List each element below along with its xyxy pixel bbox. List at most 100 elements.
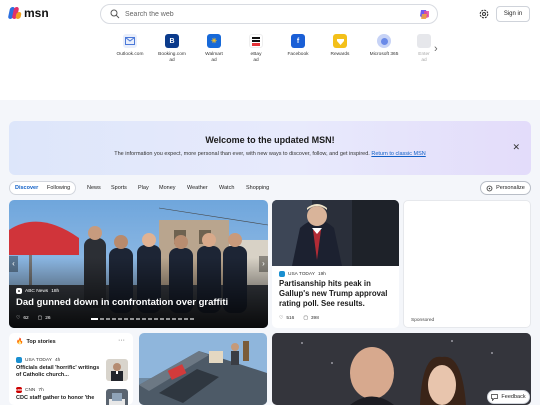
quick-link-label: Walmart ad xyxy=(205,52,223,63)
top-story-source-name: CNN xyxy=(25,387,36,393)
personalize-label: Personalize xyxy=(496,185,525,191)
tab-play[interactable]: Play xyxy=(138,181,149,195)
msn-logo[interactable]: msn xyxy=(7,6,49,20)
quick-link-outlook[interactable]: Outlook.com xyxy=(110,34,150,58)
top-stories-card: 🔥 Top stories ··· USA TODAY 4h Officials… xyxy=(9,333,133,405)
hero-source-name: ABC News xyxy=(25,288,49,294)
carousel-dot[interactable] xyxy=(154,318,158,320)
hero-story-card[interactable]: ‹ › a ABC News 18h Dad gunned down in co… xyxy=(9,200,268,328)
top-story-source: cnn CNN 7h xyxy=(16,387,101,393)
carousel-dot[interactable] xyxy=(106,318,110,320)
top-story-age: 4h xyxy=(54,357,61,363)
carousel-next-icon[interactable]: › xyxy=(259,256,268,272)
logo-text: msn xyxy=(24,6,49,20)
sponsored-label: Sponsored xyxy=(411,318,435,323)
story-image xyxy=(139,333,267,405)
quick-link-label: Rewards xyxy=(330,52,350,57)
carousel-dot[interactable] xyxy=(136,318,140,320)
hero-title[interactable]: Dad gunned down in confrontation over gr… xyxy=(16,297,228,308)
carousel-dot[interactable] xyxy=(91,318,98,320)
top-story-source-name: USA TODAY xyxy=(25,357,52,363)
chevron-right-icon[interactable]: › xyxy=(434,43,438,55)
top-story-title: Officials detail 'horrific' writings of … xyxy=(16,365,100,378)
carousel-dot[interactable] xyxy=(112,318,116,320)
tab-watch[interactable]: Watch xyxy=(219,181,234,195)
feed-nav: Discover Following News Sports Play Mone… xyxy=(9,181,531,195)
like-icon[interactable]: ♡ xyxy=(16,316,20,321)
search-bar[interactable] xyxy=(100,4,438,24)
top-story-thumbnail xyxy=(106,389,128,405)
quick-link-ebay[interactable]: eBay ad xyxy=(236,34,276,64)
carousel-prev-icon[interactable]: ‹ xyxy=(9,256,18,272)
carousel-dot[interactable] xyxy=(184,318,188,320)
carousel-dot[interactable] xyxy=(142,318,146,320)
quick-link-rewards[interactable]: Rewards xyxy=(320,34,360,58)
ebay-icon xyxy=(249,34,263,48)
story2-age: 19h xyxy=(317,271,326,277)
quick-link-walmart[interactable]: ✳ Walmart ad xyxy=(194,34,234,64)
msn-butterfly-icon xyxy=(7,7,22,19)
quick-link-label: eBay ad xyxy=(250,52,262,63)
m365-icon xyxy=(377,34,391,48)
tab-sports[interactable]: Sports xyxy=(111,181,127,195)
copilot-icon[interactable] xyxy=(418,8,431,21)
carousel-dot[interactable] xyxy=(160,318,164,320)
walmart-icon: ✳ xyxy=(207,34,221,48)
tab-news[interactable]: News xyxy=(87,181,101,195)
more-options-icon[interactable]: ··· xyxy=(118,337,125,344)
top-story-item[interactable]: USA TODAY 4h Officials detail 'horrific'… xyxy=(16,357,101,379)
extra-icon xyxy=(417,34,431,48)
carousel-dot[interactable] xyxy=(148,318,152,320)
carousel-dot[interactable] xyxy=(166,318,170,320)
close-icon[interactable]: ✕ xyxy=(512,142,520,153)
top-story-source: USA TODAY 4h xyxy=(16,357,101,363)
tab-following[interactable]: Following xyxy=(47,181,70,195)
top-stories-heading: Top stories xyxy=(26,338,56,345)
banner-title: Welcome to the updated MSN! xyxy=(205,135,335,145)
tab-money[interactable]: Money xyxy=(159,181,176,195)
outlook-icon xyxy=(123,34,137,48)
carousel-dot[interactable] xyxy=(100,318,104,320)
sign-in-button[interactable]: Sign in xyxy=(496,6,530,22)
carousel-dot[interactable] xyxy=(124,318,128,320)
search-input[interactable] xyxy=(125,10,415,18)
quick-link-microsoft-365[interactable]: Microsoft 365 xyxy=(364,34,404,58)
comment-icon[interactable]: ▢ xyxy=(303,316,308,321)
carousel-dot[interactable] xyxy=(190,318,194,320)
story-image xyxy=(272,200,399,266)
carousel-dot[interactable] xyxy=(130,318,134,320)
feedback-label: Feedback xyxy=(501,394,526,400)
rewards-icon xyxy=(333,34,347,48)
quick-link-extra[interactable]: Enter ad xyxy=(404,34,444,64)
sponsored-card[interactable]: Sponsored xyxy=(403,200,531,328)
story-card-roof[interactable] xyxy=(139,333,267,405)
tab-discover[interactable]: Discover xyxy=(15,181,38,195)
feedback-button[interactable]: Feedback xyxy=(487,390,530,404)
banner-text: The information you expect, more persona… xyxy=(9,151,531,157)
flame-icon: 🔥 xyxy=(16,339,24,345)
tab-shopping[interactable]: Shopping xyxy=(246,181,269,195)
classic-msn-link[interactable]: Return to classic MSN xyxy=(371,151,425,157)
hero-comments: 26 xyxy=(45,316,51,321)
banner-description: The information you expect, more persona… xyxy=(114,151,370,157)
gear-icon[interactable] xyxy=(478,8,490,20)
tab-weather[interactable]: Weather xyxy=(187,181,208,195)
carousel-dot[interactable] xyxy=(172,318,176,320)
usa-today-icon xyxy=(16,357,22,363)
like-icon[interactable]: ♡ xyxy=(279,316,283,321)
hero-image xyxy=(9,200,268,328)
hero-age: 18h xyxy=(51,288,60,294)
hero-source: a ABC News 18h xyxy=(16,288,59,294)
quick-link-booking[interactable]: B Booking.com ad xyxy=(152,34,192,64)
story2-title[interactable]: Partisanship hits peak in Gallup's new T… xyxy=(279,279,397,309)
comment-icon[interactable]: ▢ xyxy=(38,316,43,321)
carousel-dot[interactable] xyxy=(178,318,182,320)
top-story-item[interactable]: cnn CNN 7h CDC staff gather to honor 'th… xyxy=(16,387,101,402)
carousel-dots xyxy=(91,318,194,320)
carousel-dot[interactable] xyxy=(118,318,122,320)
story-card-approval[interactable]: USA TODAY 19h Partisanship hits peak in … xyxy=(272,200,399,328)
quick-link-facebook[interactable]: f Facebook xyxy=(278,34,318,58)
top-story-thumbnail xyxy=(106,359,128,381)
personalize-button[interactable]: Personalize xyxy=(480,181,531,195)
quick-link-label: Microsoft 365 xyxy=(369,52,399,57)
